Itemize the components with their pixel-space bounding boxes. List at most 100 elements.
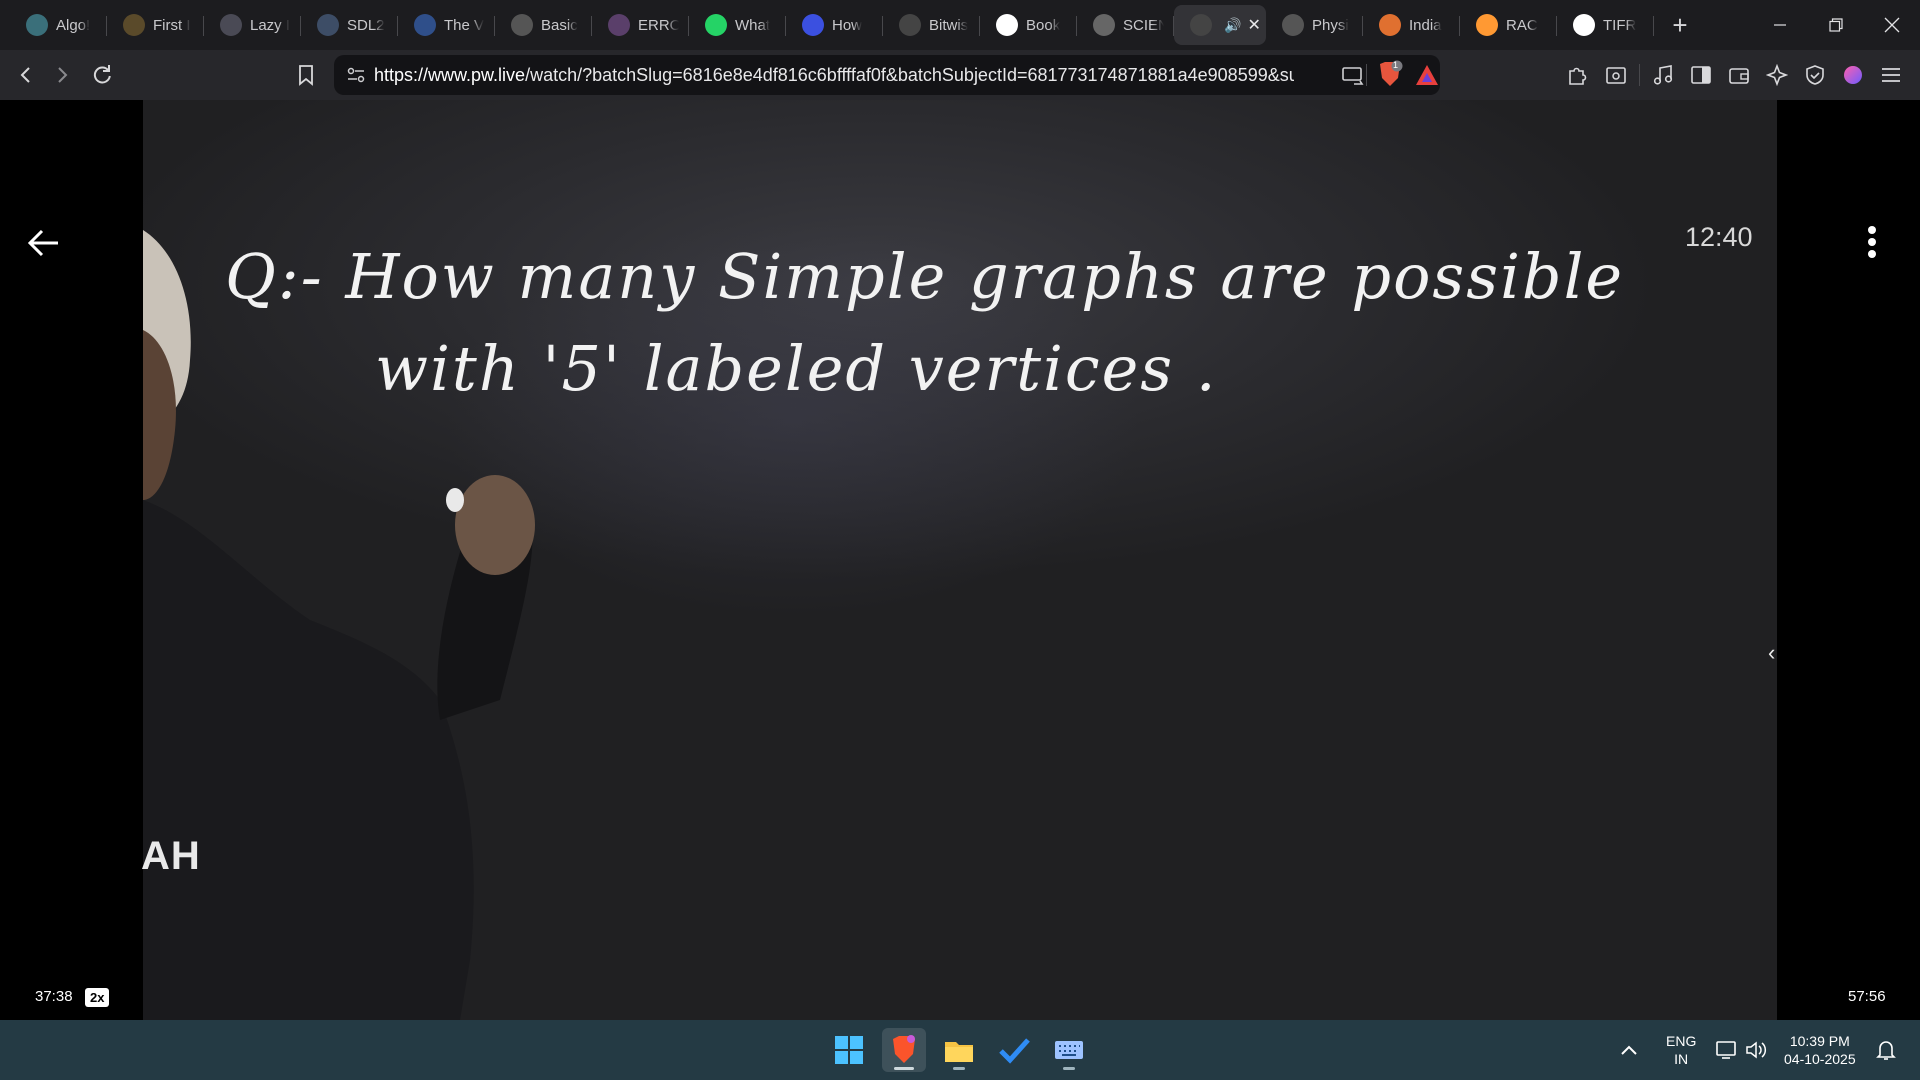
browser-tab[interactable]: ERRO xyxy=(592,0,689,50)
speaker-icon[interactable]: 🔊 xyxy=(1224,17,1241,34)
sdl-icon xyxy=(317,14,339,36)
volume-icon xyxy=(1746,1041,1767,1059)
brave-browser-icon xyxy=(893,1035,915,1063)
sidebar-icon xyxy=(1691,66,1711,84)
chevron-left-icon xyxy=(20,67,30,83)
minimize-icon xyxy=(1774,24,1786,26)
toolbar-divider xyxy=(1639,64,1640,86)
pw-icon xyxy=(1190,14,1212,36)
lang-code: ENG xyxy=(1666,1033,1697,1049)
running-indicator-2 xyxy=(1063,1067,1075,1070)
video-player[interactable]: Q:- How many Simple graphs are possible … xyxy=(0,100,1920,1020)
vpn-button[interactable] xyxy=(1800,57,1830,93)
browser-tab[interactable]: RAC xyxy=(1460,0,1557,50)
new-tab-button[interactable]: + xyxy=(1660,5,1700,45)
tab-strip: Algo! First I Lazy I SDL2 The V Basic ERRO What… xyxy=(0,0,1920,50)
google-icon xyxy=(1573,14,1595,36)
restore-button[interactable] xyxy=(1808,0,1864,50)
back-button[interactable] xyxy=(8,57,44,93)
url-path: /watch/?batchSlug=6816e8e4df816c6bffffaf… xyxy=(525,64,1294,85)
video-watermark: AH xyxy=(141,834,201,878)
reader-icon xyxy=(1606,67,1626,84)
lazy-icon xyxy=(220,14,242,36)
taskbar-file-explorer[interactable] xyxy=(937,1028,981,1072)
forward-button[interactable] xyxy=(44,57,80,93)
wallet-icon xyxy=(1729,68,1749,84)
tune-icon xyxy=(347,67,365,83)
browser-tab[interactable]: The V xyxy=(398,0,495,50)
browser-tab[interactable]: 🔊 ✕ xyxy=(1174,5,1266,45)
url-text[interactable]: https://www.pw.live/watch/?batchSlug=681… xyxy=(374,65,1294,86)
window-controls xyxy=(1752,0,1920,50)
minimize-button[interactable] xyxy=(1752,0,1808,50)
leo-ai-button[interactable] xyxy=(1762,57,1792,93)
player-more-button[interactable] xyxy=(1866,225,1878,264)
browser-tab[interactable]: SCIEN xyxy=(1077,0,1174,50)
profile-avatar-icon xyxy=(1844,66,1862,84)
brave-shield-icon xyxy=(1380,60,1403,86)
taskbar: ENG IN 10:39 PM 04-10-2025 xyxy=(0,1020,1920,1080)
media-button[interactable] xyxy=(1648,57,1678,93)
browser-tab[interactable]: How xyxy=(786,0,883,50)
how-icon xyxy=(802,14,824,36)
bell-icon xyxy=(1876,1041,1896,1060)
volume-tray-button[interactable] xyxy=(1745,1020,1767,1080)
bookmark-button[interactable] xyxy=(288,57,324,93)
profile-button[interactable] xyxy=(1838,57,1868,93)
network-display-icon xyxy=(1716,1041,1736,1059)
start-button[interactable] xyxy=(827,1028,871,1072)
close-icon xyxy=(1884,17,1900,33)
cast-icon[interactable] xyxy=(1342,64,1364,91)
input-language[interactable]: ENG IN xyxy=(1666,1032,1696,1068)
shields-count: 1 xyxy=(1393,60,1399,70)
browser-tab[interactable]: TIFR xyxy=(1557,0,1654,50)
first-icon xyxy=(123,14,145,36)
brave-rewards-button[interactable] xyxy=(1414,63,1440,92)
browser-tab[interactable]: Lazy I xyxy=(204,0,301,50)
browser-tab[interactable]: First I xyxy=(107,0,204,50)
taskbar-todo[interactable] xyxy=(992,1028,1036,1072)
tab-label: SDL2 xyxy=(347,16,385,34)
chevron-right-icon xyxy=(58,67,68,83)
tab-label: SCIEN xyxy=(1123,16,1164,34)
browser-tab[interactable]: Bitwis xyxy=(883,0,980,50)
taskbar-brave[interactable] xyxy=(882,1028,926,1072)
menu-button[interactable] xyxy=(1876,57,1906,93)
reader-mode-button[interactable] xyxy=(1601,57,1631,93)
address-bar[interactable]: https://www.pw.live/watch/?batchSlug=681… xyxy=(334,55,1440,95)
browser-tab[interactable]: What xyxy=(689,0,786,50)
tab-label: Book xyxy=(1026,16,1061,34)
wallet-button[interactable] xyxy=(1724,57,1754,93)
clock[interactable]: 10:39 PM 04-10-2025 xyxy=(1784,1032,1856,1068)
tab-label: ERRO xyxy=(638,16,679,34)
close-window-button[interactable] xyxy=(1864,0,1920,50)
tab-label: Bitwis xyxy=(929,16,969,34)
tab-label: TIFR xyxy=(1603,16,1637,34)
taskbar-keyboard[interactable] xyxy=(1047,1028,1091,1072)
browser-tab[interactable]: Physi xyxy=(1266,0,1363,50)
brave-shields-button[interactable]: 1 xyxy=(1376,60,1404,95)
notifications-button[interactable] xyxy=(1876,1020,1896,1080)
site-info-button[interactable] xyxy=(338,67,374,83)
playback-speed-badge[interactable]: 2x xyxy=(85,988,110,1007)
close-tab-icon[interactable]: ✕ xyxy=(1247,15,1260,35)
browser-tab[interactable]: Basic xyxy=(495,0,592,50)
running-indicator xyxy=(953,1067,965,1070)
sidebar-button[interactable] xyxy=(1686,57,1716,93)
restore-icon xyxy=(1829,18,1843,32)
network-button[interactable] xyxy=(1716,1020,1738,1080)
omnibox-divider xyxy=(1366,64,1367,86)
extensions-button[interactable] xyxy=(1563,57,1593,93)
player-back-button[interactable] xyxy=(26,228,60,263)
browser-tab[interactable]: Book xyxy=(980,0,1077,50)
tray-overflow-button[interactable] xyxy=(1620,1020,1638,1080)
tab-label: What xyxy=(735,16,771,34)
tab-label: Algo! xyxy=(56,16,91,34)
reload-button[interactable] xyxy=(84,57,120,93)
board-question-line1: Q:- How many Simple graphs are possible xyxy=(225,240,1625,313)
browser-tab[interactable]: India xyxy=(1363,0,1460,50)
active-indicator xyxy=(894,1067,914,1070)
browser-tab[interactable]: SDL2 xyxy=(301,0,398,50)
browser-tab[interactable]: Algo! xyxy=(10,0,107,50)
hamburger-icon xyxy=(1882,68,1900,82)
